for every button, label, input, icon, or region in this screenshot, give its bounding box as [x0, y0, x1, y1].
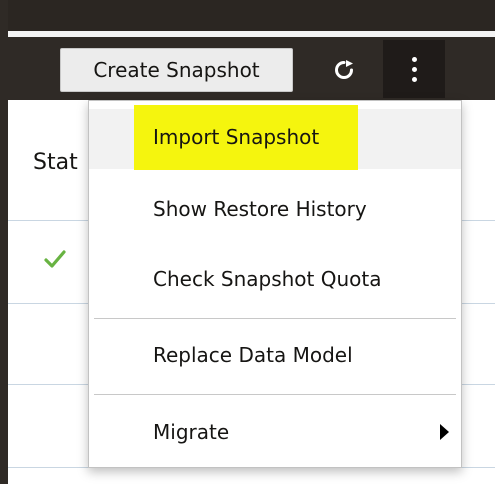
- submenu-arrow-icon: [440, 424, 449, 440]
- highlighted-menu-item[interactable]: Import Snapshot: [134, 105, 358, 170]
- status-column-header: Stat: [33, 150, 78, 175]
- menu-item-check-snapshot-quota[interactable]: Check Snapshot Quota: [89, 249, 461, 309]
- checkmark-icon: [44, 250, 66, 268]
- create-snapshot-label: Create Snapshot: [93, 58, 260, 82]
- menu-item-show-restore-history[interactable]: Show Restore History: [89, 179, 461, 239]
- refresh-icon: [335, 60, 353, 79]
- menu-item-migrate[interactable]: Migrate: [89, 402, 461, 462]
- menu-item-label: Import Snapshot: [153, 125, 320, 149]
- refresh-button[interactable]: [326, 52, 362, 88]
- top-strip: [8, 0, 495, 31]
- table-bottom: [8, 470, 495, 484]
- menu-item-label: Check Snapshot Quota: [153, 267, 382, 291]
- menu-item-label: Migrate: [153, 420, 230, 444]
- menu-item-label: Show Restore History: [153, 197, 367, 221]
- menu-separator: [94, 318, 456, 319]
- menu-item-replace-data-model[interactable]: Replace Data Model: [89, 325, 461, 385]
- menu-item-label: Replace Data Model: [153, 343, 353, 367]
- more-actions-button[interactable]: [383, 40, 445, 98]
- more-vertical-icon: [411, 56, 417, 82]
- create-snapshot-button[interactable]: Create Snapshot: [60, 48, 293, 92]
- menu-separator: [94, 394, 456, 395]
